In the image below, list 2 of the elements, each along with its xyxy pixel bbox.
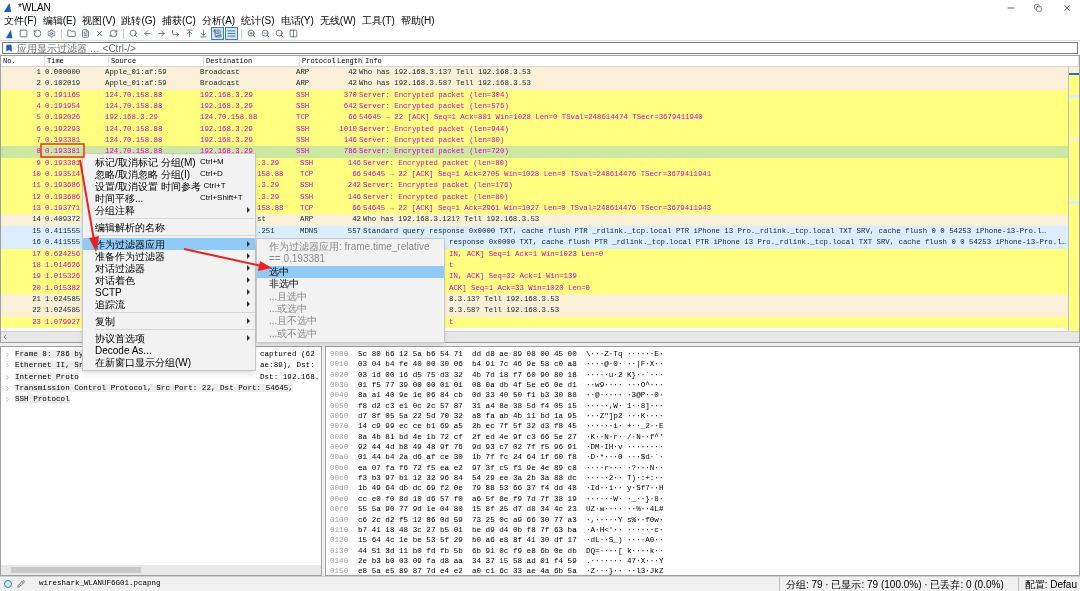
packet-stats: 分组: 79 · 已显示: 79 (100.0%) · 已丢弃: 0 (0.0%) <box>778 576 1004 591</box>
window-title: *WLAN <box>18 1 51 15</box>
